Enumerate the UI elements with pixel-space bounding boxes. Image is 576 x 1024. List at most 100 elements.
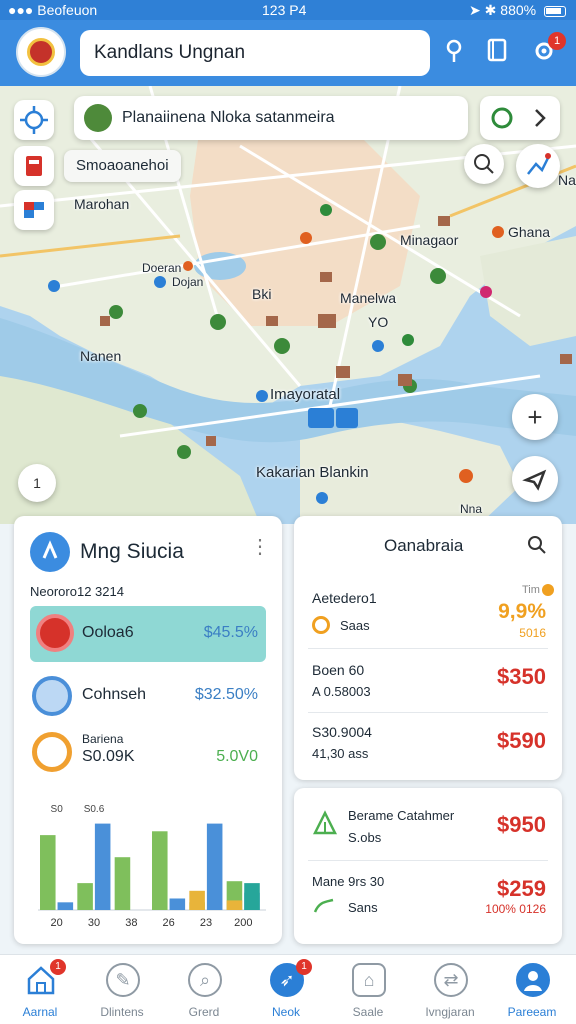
zoom-in-button[interactable]: + <box>512 394 558 440</box>
row-sub: Saas <box>340 618 370 633</box>
row-label: Cohnseh <box>82 686 147 703</box>
layers-button[interactable] <box>14 146 54 186</box>
flag-icon <box>24 202 44 218</box>
map-label-dojan: Dojan <box>172 275 204 289</box>
status-bar: ●●● Beofeuon 123 P4 ➤ ✱ 880% <box>0 0 576 20</box>
ring-chart-icon <box>32 732 72 772</box>
search-icon: ⌕ <box>188 963 222 997</box>
chart-bar <box>94 823 111 910</box>
search-icon[interactable] <box>526 534 548 561</box>
divider <box>308 860 548 861</box>
payees-card: Berame Catahmer S.obs $950 Mane 9rs 30 S… <box>294 788 562 944</box>
pen-icon: ✎ <box>106 963 140 997</box>
nav-item-saale[interactable]: ⌂ Saale <box>332 955 404 1024</box>
nav-label: Neok <box>271 1005 300 1019</box>
divider <box>308 712 548 713</box>
tent-icon <box>312 810 338 841</box>
nav-item-dlintens[interactable]: ✎ Dlintens <box>86 955 158 1024</box>
app-header: Kandlans Ungnan 1 <box>0 20 576 86</box>
nav-label: Dlintens <box>100 1005 144 1019</box>
data-label: S0 <box>51 804 64 815</box>
carrier-text: ●●● Beofeuon <box>8 2 98 18</box>
row-sub: S.obs <box>348 830 382 845</box>
map-label-marohan: Marohan <box>74 196 130 212</box>
map-filter-chip[interactable]: Smoaoanehoi <box>64 150 181 182</box>
place-thumbnail <box>84 104 112 132</box>
chart-bar <box>169 898 186 910</box>
list-row[interactable]: Cohnseh $32.50% <box>30 672 266 728</box>
direction-arrow-icon <box>522 469 547 491</box>
map-label-nna: Nna <box>460 502 483 516</box>
row-label: Ooloa6 <box>82 624 134 641</box>
row-sub: Sans <box>348 900 378 915</box>
row-value: $950 <box>497 812 546 837</box>
map-label-nanen: Nanen <box>80 348 122 364</box>
notification-badge: 1 <box>548 32 566 50</box>
clock: 123 P4 <box>262 2 307 18</box>
app-logo[interactable] <box>16 27 66 77</box>
directions-button[interactable] <box>512 456 558 502</box>
nav-item-ivngjaran[interactable]: ⇄ Ivngjaran <box>414 955 486 1024</box>
transfer-icon: ⇄ <box>434 963 468 997</box>
list-row[interactable]: Bariena S0.09K 5.0V0 <box>30 728 266 784</box>
book-icon[interactable] <box>483 38 511 66</box>
row-label: Aetedero1 <box>312 590 377 606</box>
more-options-icon[interactable]: ⋮ <box>250 534 270 559</box>
chart-bar <box>244 883 260 910</box>
battery-area: ➤ ✱ 880% <box>469 2 566 19</box>
alert-dot-icon <box>542 584 554 596</box>
map-label-minagaor: Minagaor <box>400 232 459 248</box>
link-icon <box>312 896 336 921</box>
red-circle-icon <box>36 614 74 652</box>
row-label: Boen 60 <box>312 662 365 678</box>
nav-badge: 1 <box>296 959 312 975</box>
row-sub: 41,30 ass <box>312 746 369 761</box>
x-tick-label: 23 <box>200 917 212 929</box>
summary-subtitle: Neororo12 3214 <box>30 584 124 599</box>
battery-icon <box>544 5 566 17</box>
navigate-button[interactable] <box>480 96 560 140</box>
row-value: $32.50% <box>194 686 258 703</box>
route-button[interactable] <box>516 144 560 188</box>
summary-card-title: Mng Siucia <box>80 540 184 563</box>
row-label: Berame Catahmer <box>348 808 455 823</box>
map-search-button[interactable] <box>464 144 504 184</box>
row-label: S30.9004 <box>312 724 372 740</box>
tag-label: Tim <box>522 584 540 596</box>
row-value: $350 <box>497 664 546 689</box>
battery-percent: 880% <box>500 2 537 18</box>
row-label: Bariena <box>82 732 124 746</box>
nav-item-grerd[interactable]: ⌕ Grerd <box>168 955 240 1024</box>
nav-item-profile[interactable]: Pareeam <box>496 955 568 1024</box>
route-icon <box>527 153 551 175</box>
chart-bar <box>189 890 205 910</box>
bar-chart: 20 30 38 26 23 200 S0 S0.6 <box>38 804 266 929</box>
x-tick-label: 200 <box>234 917 252 929</box>
transactions-title: Oanabraia <box>384 536 464 555</box>
row-label: Mane 9rs 30 <box>312 874 385 889</box>
search-icon <box>474 154 494 174</box>
x-tick-label: 26 <box>163 917 175 929</box>
locate-button[interactable] <box>14 100 54 140</box>
flag-button[interactable] <box>14 190 54 230</box>
pin-icon[interactable] <box>440 38 468 66</box>
nav-label: Saale <box>352 1005 384 1019</box>
chart-bar <box>152 831 168 910</box>
app-title[interactable]: Kandlans Ungnan <box>80 30 430 76</box>
map-page-indicator[interactable]: 1 <box>18 464 56 502</box>
nav-item-neok[interactable]: ➶ 1 Neok <box>250 955 322 1024</box>
chart-bar <box>40 835 56 910</box>
x-tick-label: 30 <box>88 917 100 929</box>
chart-bar <box>77 883 93 910</box>
map-search-card[interactable]: Planaiinena Nloka satanmeira <box>74 96 468 140</box>
divider <box>308 648 548 649</box>
blue-circle-icon <box>32 676 72 716</box>
highlight-row[interactable]: Ooloa6 $45.5% <box>30 606 266 662</box>
nav-item-home[interactable]: 1 Aarnal <box>4 955 76 1024</box>
chart-bar <box>57 902 74 910</box>
compass-icon <box>491 107 546 129</box>
data-label: S0.6 <box>84 804 105 815</box>
map-label-bki: Bki <box>252 286 272 302</box>
tag-icon: ⌂ <box>352 963 386 997</box>
map-view[interactable]: Marohan Doeran Dojan Minagaor Ghana Mane… <box>0 86 576 524</box>
